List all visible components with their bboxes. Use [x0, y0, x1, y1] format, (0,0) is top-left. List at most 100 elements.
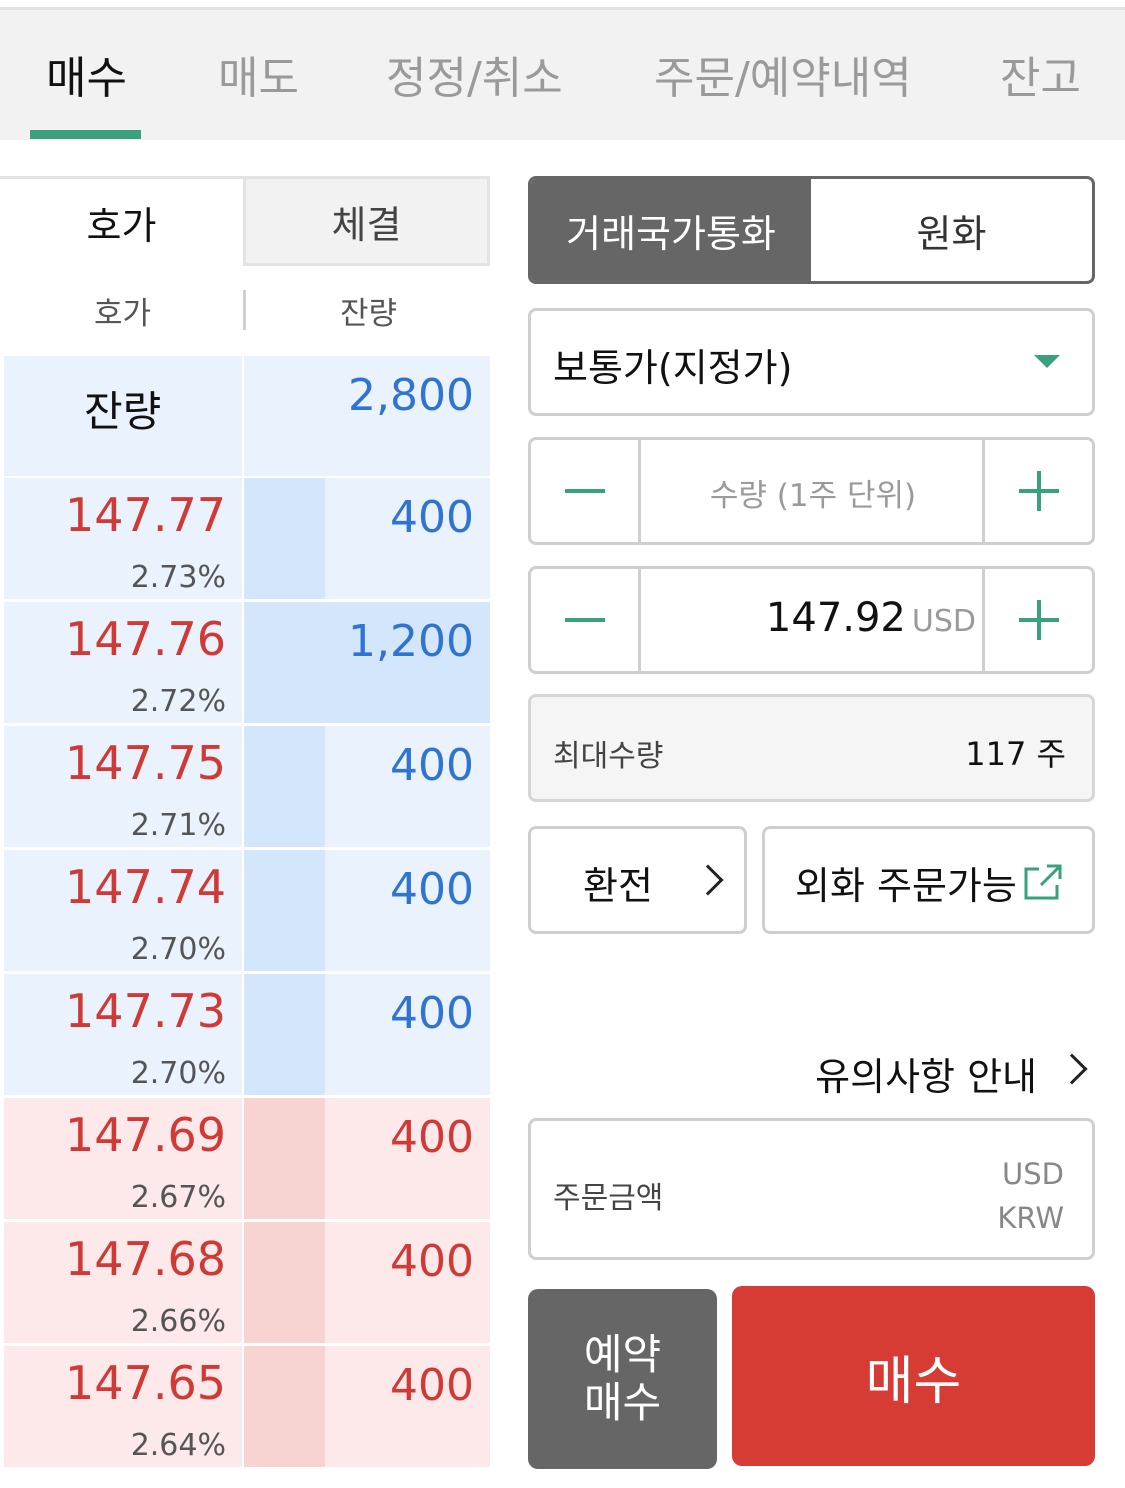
quantity-cell: 400	[244, 1346, 490, 1467]
max-quantity: 최대수량 117 주	[528, 694, 1095, 802]
notice-label: 유의사항 안내	[815, 1055, 1037, 1099]
quantity-decrease-button[interactable]	[531, 440, 641, 542]
chevron-right-icon	[692, 864, 724, 896]
order-amount: 주문금액 USD KRW	[528, 1118, 1095, 1260]
row-quantity: 400	[390, 1236, 474, 1287]
external-link-icon	[1024, 864, 1062, 900]
order-type-value: 보통가(지정가)	[553, 346, 793, 390]
remain-label: 잔량	[84, 387, 162, 436]
row-quantity: 400	[390, 1112, 474, 1163]
reserve-buy-button[interactable]: 예약 매수	[528, 1289, 717, 1469]
chevron-right-icon	[1056, 1053, 1088, 1085]
currency-krw-option[interactable]: 원화	[811, 179, 1092, 281]
quantity-cell: 1,200	[244, 602, 490, 723]
row-quantity: 400	[390, 492, 474, 543]
price-cell: 147.73 2.70%	[4, 974, 242, 1095]
price-decrease-button[interactable]	[531, 569, 641, 671]
quantity-cell: 400	[244, 1098, 490, 1219]
active-tab-indicator	[30, 130, 141, 139]
price-unit: USD	[911, 604, 976, 639]
book-tab-quote[interactable]: 호가	[0, 176, 243, 266]
tab-buy[interactable]: 매수	[46, 42, 127, 106]
plus-icon	[1018, 600, 1059, 640]
price-cell: 147.69 2.67%	[4, 1098, 242, 1219]
row-change-pct: 2.66%	[130, 1304, 226, 1339]
order-book: 호가 체결 호가 잔량 잔량 2,800 147.77 2.73% 400 147.7…	[0, 176, 492, 1488]
order-book-row[interactable]: 147.69 2.67% 400	[0, 1098, 490, 1219]
row-quantity: 400	[390, 864, 474, 915]
quantity-cell: 400	[244, 1222, 490, 1343]
price-cell: 147.65 2.64%	[4, 1346, 242, 1467]
currency-toggle: 거래국가통화 원화	[528, 176, 1095, 284]
row-change-pct: 2.67%	[130, 1180, 226, 1215]
order-amount-krw: KRW	[997, 1201, 1064, 1235]
row-quantity: 1,200	[348, 616, 474, 667]
buy-button[interactable]: 매수	[732, 1286, 1095, 1466]
row-quantity: 400	[390, 1360, 474, 1411]
top-divider	[0, 0, 1125, 10]
fx-available-label: 외화 주문가능	[795, 864, 1017, 908]
price-cell: 147.75 2.71%	[4, 726, 242, 847]
remain-label-cell: 잔량	[4, 356, 242, 476]
price-increase-button[interactable]	[982, 569, 1092, 671]
row-price: 147.74	[65, 860, 226, 914]
row-price: 147.69	[65, 1108, 226, 1162]
quantity-increase-button[interactable]	[982, 440, 1092, 542]
max-quantity-value: 117 주	[965, 735, 1066, 773]
remain-total: 2,800	[348, 370, 474, 421]
row-price: 147.68	[65, 1232, 226, 1286]
header-divider	[243, 290, 246, 330]
order-book-row[interactable]: 147.68 2.66% 400	[0, 1222, 490, 1343]
caret-down-icon	[1034, 355, 1060, 368]
remain-total-row: 잔량 2,800	[0, 356, 490, 476]
quantity-bar	[244, 726, 325, 847]
row-price: 147.77	[65, 488, 226, 542]
tab-balance[interactable]: 잔고	[1000, 42, 1081, 106]
row-change-pct: 2.72%	[130, 684, 226, 719]
max-quantity-label: 최대수량	[553, 739, 664, 774]
notice-link[interactable]: 유의사항 안내	[795, 1044, 1095, 1099]
exchange-button[interactable]: 환전	[528, 826, 747, 934]
quantity-bar	[244, 1346, 325, 1467]
price-cell: 147.68 2.66%	[4, 1222, 242, 1343]
order-book-row[interactable]: 147.74 2.70% 400	[0, 850, 490, 971]
book-tab-trade[interactable]: 체결	[243, 176, 490, 266]
tab-modify-cancel[interactable]: 정정/취소	[386, 42, 563, 106]
quantity-bar	[244, 1098, 325, 1219]
col-quote-header: 호가	[94, 296, 152, 332]
minus-icon	[564, 618, 605, 622]
row-quantity: 400	[390, 740, 474, 791]
tab-order-history[interactable]: 주문/예약내역	[654, 42, 912, 106]
quantity-stepper: 수량 (1주 단위)	[528, 437, 1095, 545]
quantity-cell: 400	[244, 726, 490, 847]
order-book-row[interactable]: 147.65 2.64% 400	[0, 1346, 490, 1467]
reserve-buy-line1: 예약	[583, 1329, 662, 1379]
minus-icon	[564, 489, 605, 493]
price-cell: 147.77 2.73%	[4, 478, 242, 599]
row-price: 147.76	[65, 612, 226, 666]
order-type-select[interactable]: 보통가(지정가)	[528, 308, 1095, 416]
col-remain-header: 잔량	[340, 296, 398, 332]
order-book-row[interactable]: 147.73 2.70% 400	[0, 974, 490, 1095]
row-change-pct: 2.70%	[130, 932, 226, 967]
fx-available-button[interactable]: 외화 주문가능	[762, 826, 1095, 934]
price-input[interactable]: 147.92 USD	[766, 595, 976, 641]
tab-sell[interactable]: 매도	[218, 42, 299, 106]
exchange-label: 환전	[583, 864, 653, 908]
remain-total-cell: 2,800	[244, 356, 490, 476]
price-cell: 147.74 2.70%	[4, 850, 242, 971]
order-amount-usd: USD	[1002, 1157, 1064, 1191]
quantity-cell: 400	[244, 478, 490, 599]
currency-local-option[interactable]: 거래국가통화	[531, 179, 811, 281]
row-price: 147.65	[65, 1356, 226, 1410]
order-book-row[interactable]: 147.75 2.71% 400	[0, 726, 490, 847]
row-price: 147.73	[65, 984, 226, 1038]
order-book-row[interactable]: 147.77 2.73% 400	[0, 478, 490, 599]
quantity-input[interactable]: 수량 (1주 단위)	[644, 470, 982, 515]
quantity-bar	[244, 974, 325, 1095]
row-change-pct: 2.71%	[130, 808, 226, 843]
book-header: 호가 잔량	[0, 266, 490, 356]
order-book-row[interactable]: 147.76 2.72% 1,200	[0, 602, 490, 723]
quantity-bar	[244, 478, 325, 599]
plus-icon	[1018, 471, 1059, 511]
